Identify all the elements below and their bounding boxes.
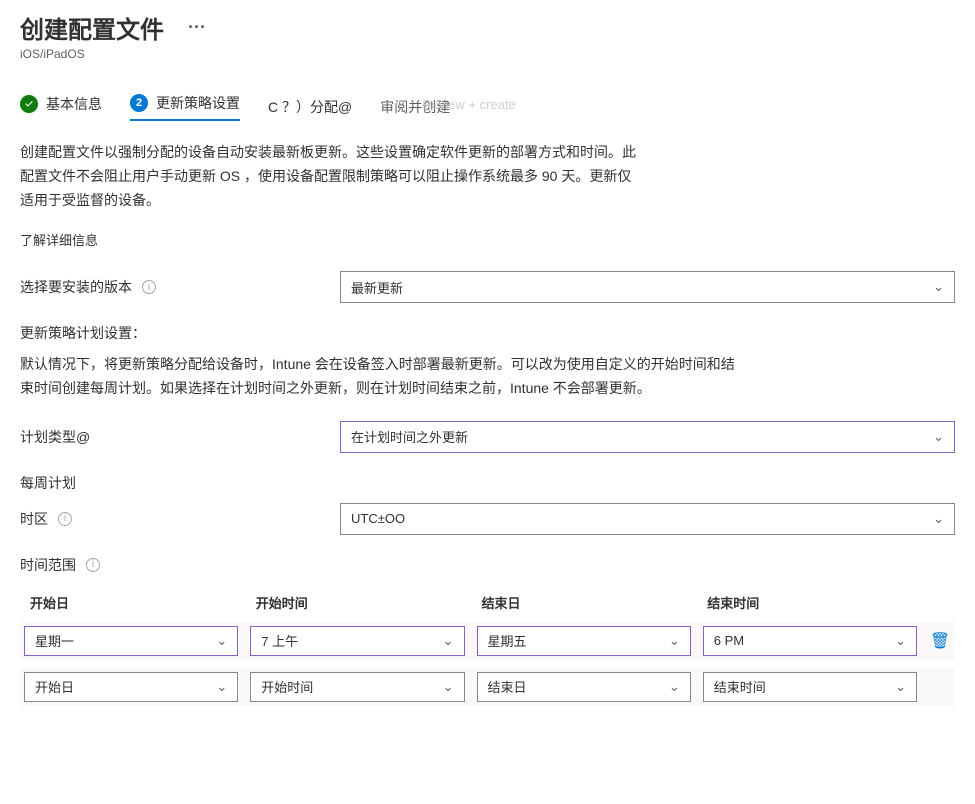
page-title: 创建配置文件 bbox=[20, 10, 164, 45]
schedule-type-value: 在计划时间之外更新 bbox=[351, 427, 468, 446]
step-label: 更新策略设置 bbox=[156, 93, 240, 113]
start-day-value: 开始日 bbox=[35, 677, 74, 696]
step-update-policy-settings[interactable]: 2 更新策略设置 bbox=[130, 93, 240, 121]
more-menu-button[interactable]: ··· bbox=[188, 17, 206, 38]
start-time-value: 开始时间 bbox=[261, 677, 313, 696]
end-day-value: 星期五 bbox=[488, 631, 527, 650]
end-day-select[interactable]: 星期五 ⌄ bbox=[477, 626, 691, 656]
chevron-down-icon: ⌄ bbox=[924, 511, 944, 527]
start-time-value: 7 上午 bbox=[261, 631, 298, 650]
chevron-down-icon: ⌄ bbox=[924, 279, 944, 295]
chevron-down-icon: ⌄ bbox=[924, 429, 944, 445]
step-label: 基本信息 bbox=[46, 94, 102, 114]
start-time-select[interactable]: 开始时间 ⌄ bbox=[250, 672, 464, 702]
chevron-down-icon: ⌄ bbox=[660, 679, 680, 695]
version-select-value: 最新更新 bbox=[351, 278, 403, 297]
col-start-day: 开始日 bbox=[30, 593, 244, 612]
info-icon[interactable]: i bbox=[142, 280, 156, 294]
schedule-settings-title: 更新策略计划设置： bbox=[20, 323, 955, 343]
chevron-down-icon: ⌄ bbox=[434, 679, 454, 695]
end-day-select[interactable]: 结束日 ⌄ bbox=[477, 672, 691, 702]
learn-more-link[interactable]: 了解详细信息 bbox=[20, 230, 955, 249]
timezone-label: 时区 bbox=[20, 509, 48, 529]
start-day-select[interactable]: 星期一 ⌄ bbox=[24, 626, 238, 656]
time-range-row: 星期一 ⌄ 7 上午 ⌄ 星期五 ⌄ 6 PM ⌄ 🗑 bbox=[20, 622, 955, 660]
schedule-type-label: 计划类型@ bbox=[20, 427, 90, 447]
end-time-value: 6 PM bbox=[714, 633, 744, 648]
end-day-value: 结束日 bbox=[488, 677, 527, 696]
step-basic-info[interactable]: 基本信息 bbox=[20, 94, 102, 120]
info-icon[interactable]: i bbox=[86, 558, 100, 572]
delete-row-button[interactable]: 🗑 bbox=[929, 631, 951, 651]
start-day-select[interactable]: 开始日 ⌄ bbox=[24, 672, 238, 702]
col-start-time: 开始时间 bbox=[256, 593, 470, 612]
end-time-select[interactable]: 6 PM ⌄ bbox=[703, 626, 917, 656]
time-range-label: 时间范围 bbox=[20, 555, 76, 575]
time-range-columns: 开始日 开始时间 结束日 结束时间 bbox=[20, 593, 955, 612]
col-end-day: 结束日 bbox=[482, 593, 696, 612]
schedule-settings-desc: 默认情况下，将更新策略分配给设备时，Intune 会在设备签入时部署最新更新。可… bbox=[20, 353, 740, 401]
start-time-select[interactable]: 7 上午 ⌄ bbox=[250, 626, 464, 656]
check-circle-icon bbox=[20, 95, 38, 113]
weekly-schedule-heading: 每周计划 bbox=[20, 473, 955, 493]
page-subtitle: iOS/iPadOS bbox=[20, 47, 955, 61]
col-end-time: 结束时间 bbox=[707, 593, 921, 612]
version-select-label: 选择要安装的版本 bbox=[20, 277, 132, 297]
chevron-down-icon: ⌄ bbox=[434, 633, 454, 649]
end-time-select[interactable]: 结束时间 ⌄ bbox=[703, 672, 917, 702]
schedule-type-select[interactable]: 在计划时间之外更新 ⌄ bbox=[340, 421, 955, 453]
version-select[interactable]: 最新更新 ⌄ bbox=[340, 271, 955, 303]
step-label-ghost: Review + create bbox=[422, 97, 516, 112]
info-icon[interactable]: i bbox=[58, 512, 72, 526]
timezone-select[interactable]: UTC±OO ⌄ bbox=[340, 503, 955, 535]
chevron-down-icon: ⌄ bbox=[660, 633, 680, 649]
timezone-value: UTC±OO bbox=[351, 511, 405, 526]
description-text: 创建配置文件以强制分配的设备自动安装最新板更新。这些设置确定软件更新的部署方式和… bbox=[20, 141, 640, 212]
chevron-down-icon: ⌄ bbox=[886, 633, 906, 649]
wizard-steps: 基本信息 2 更新策略设置 C ？）分配@ 审阅并创建 Review + cre… bbox=[20, 93, 955, 121]
start-day-value: 星期一 bbox=[35, 631, 74, 650]
time-range-row: 开始日 ⌄ 开始时间 ⌄ 结束日 ⌄ 结束时间 ⌄ bbox=[20, 668, 955, 706]
chevron-down-icon: ⌄ bbox=[886, 679, 906, 695]
chevron-down-icon: ⌄ bbox=[207, 679, 227, 695]
step-review-create[interactable]: 审阅并创建 Review + create bbox=[380, 97, 450, 117]
end-time-value: 结束时间 bbox=[714, 677, 766, 696]
chevron-down-icon: ⌄ bbox=[207, 633, 227, 649]
step-assignments[interactable]: C ？）分配@ bbox=[268, 97, 352, 117]
step-number-icon: 2 bbox=[130, 94, 148, 112]
step-label: C ？）分配@ bbox=[268, 99, 352, 115]
trash-icon: 🗑 bbox=[930, 631, 950, 651]
